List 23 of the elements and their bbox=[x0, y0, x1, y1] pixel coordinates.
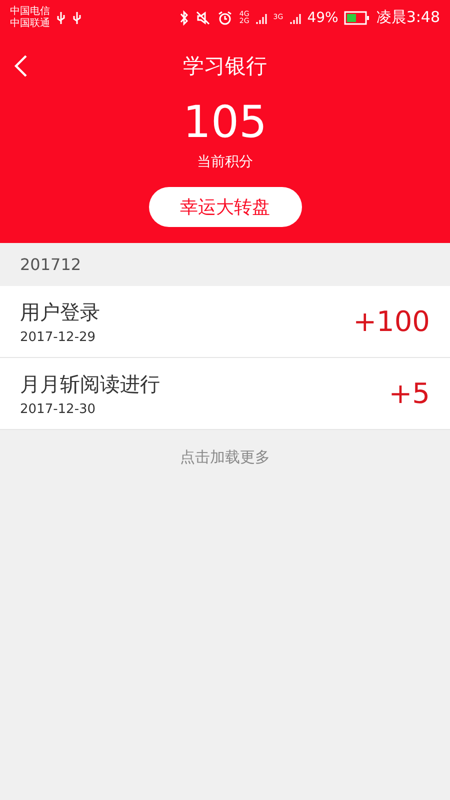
record-amount: +5 bbox=[388, 377, 430, 410]
battery-percent: 49% bbox=[307, 10, 338, 26]
points-label: 当前积分 bbox=[197, 153, 253, 171]
carrier-name: 中国联通 bbox=[10, 18, 50, 30]
battery-icon bbox=[344, 10, 370, 24]
mute-icon bbox=[195, 10, 212, 26]
bluetooth-icon bbox=[179, 10, 190, 26]
alarm-icon bbox=[217, 10, 234, 26]
section-title: 201712 bbox=[20, 255, 82, 274]
usb-icon bbox=[72, 10, 82, 26]
clock-time: 凌晨3:48 bbox=[376, 8, 440, 27]
record-title: 用户登录 bbox=[20, 298, 100, 326]
record-date: 2017-12-29 bbox=[20, 330, 97, 344]
back-icon[interactable] bbox=[14, 54, 28, 78]
load-more-link[interactable]: 点击加载更多 bbox=[180, 448, 270, 466]
carrier-name: 中国电信 bbox=[10, 6, 50, 18]
record-title: 月月斩阅读进行 bbox=[20, 370, 160, 398]
usb-icon bbox=[56, 10, 66, 26]
points-value: 105 bbox=[183, 97, 267, 149]
page-title: 学习银行 bbox=[183, 53, 267, 80]
record-date: 2017-12-30 bbox=[20, 402, 97, 416]
record-amount: +100 bbox=[353, 305, 430, 338]
lucky-wheel-button[interactable]: 幸运大转盘 bbox=[148, 187, 302, 227]
